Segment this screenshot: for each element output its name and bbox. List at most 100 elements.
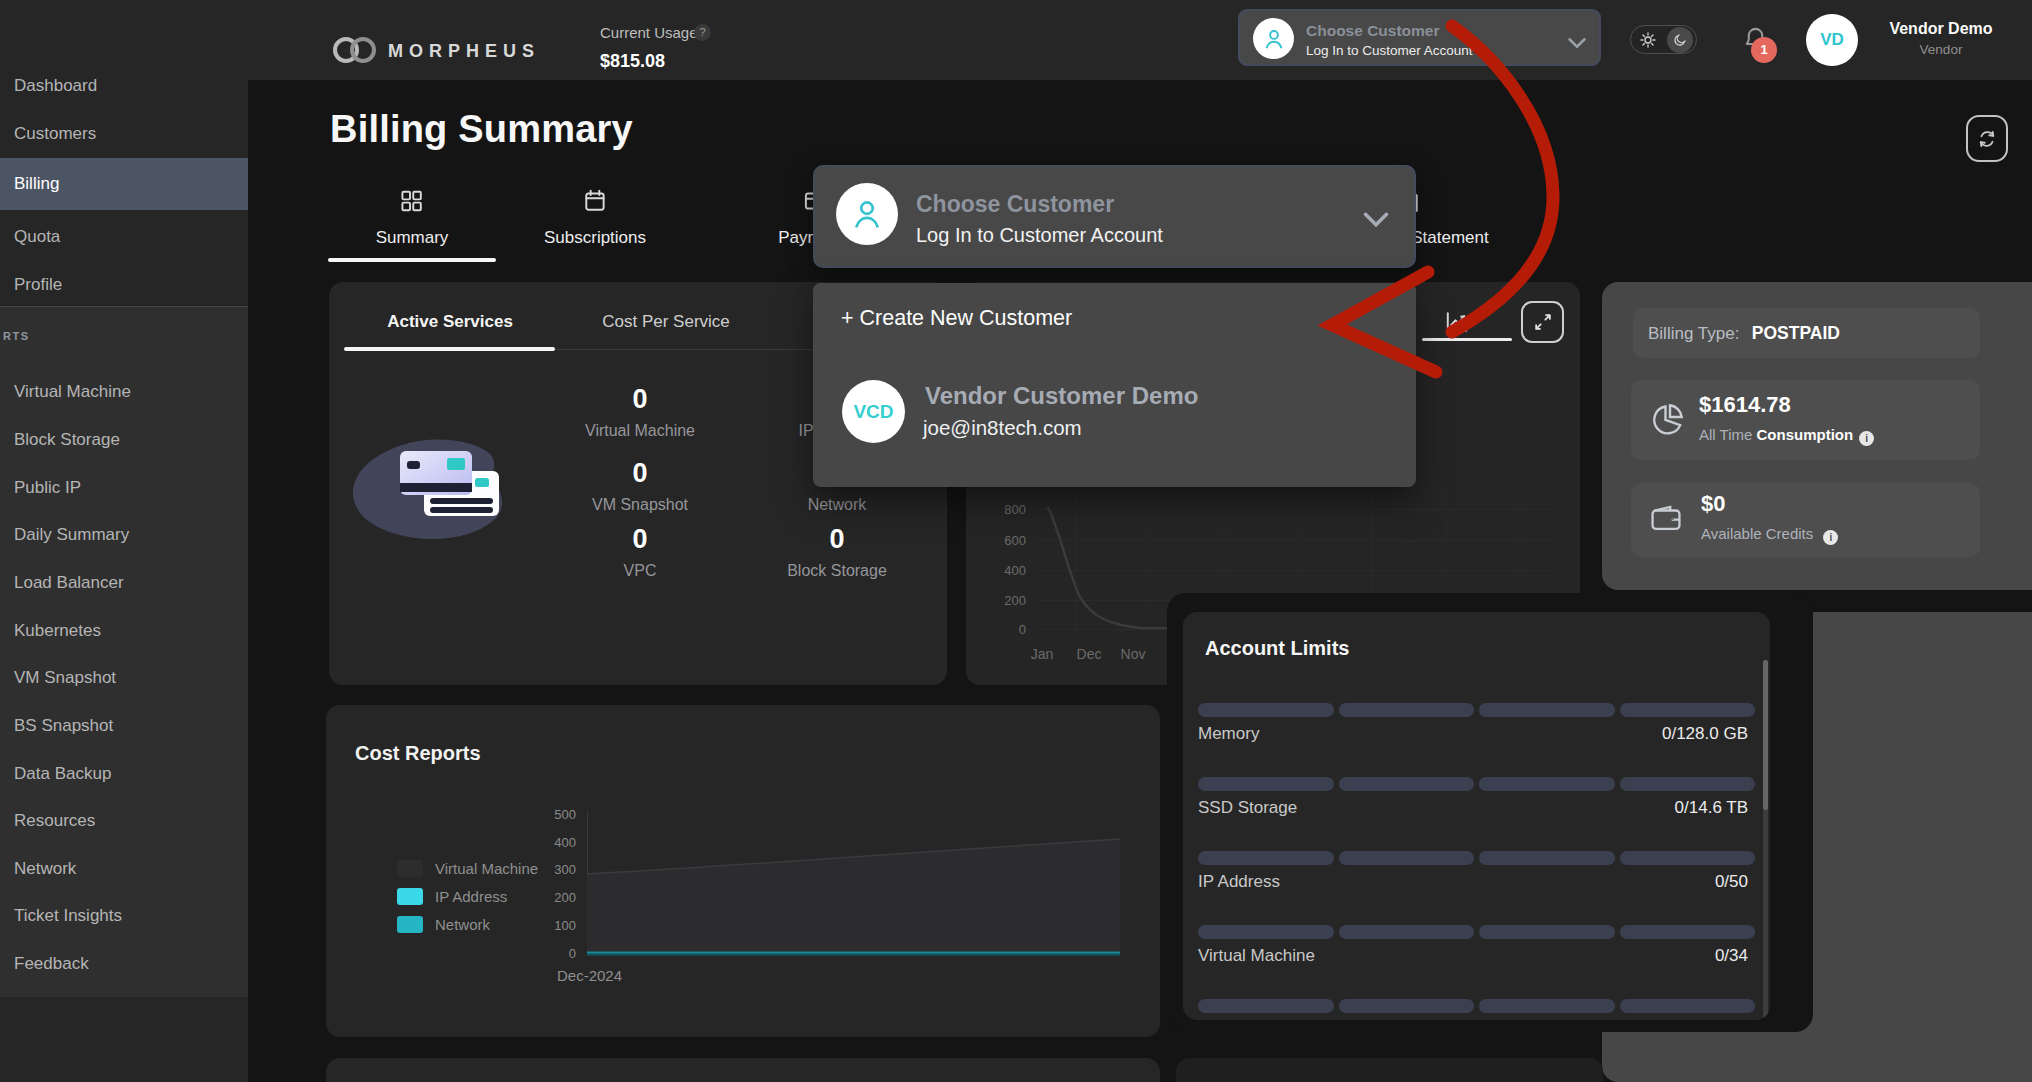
limit-value-ip: 0/50 (1715, 872, 1748, 892)
tab-subscriptions[interactable]: Subscriptions (544, 188, 646, 248)
sidebar-item-network[interactable]: Network (0, 847, 248, 891)
usage-ytick-200: 200 (982, 593, 1026, 608)
stat-vpc: 0 VPC (530, 524, 750, 580)
sidebar-item-profile[interactable]: Profile (0, 263, 248, 307)
legend-network: Network (397, 916, 490, 933)
credits-label: Available Credits i (1701, 525, 1838, 545)
usage-xtick-nov: Nov (1121, 646, 1146, 662)
stat-block-storage-value: 0 (727, 524, 947, 555)
account-limits-title: Account Limits (1205, 637, 1349, 660)
customer-avatar (1253, 18, 1294, 59)
sidebar-item-bs-snapshot[interactable]: BS Snapshot (0, 704, 248, 748)
usage-xtick-dec: Dec (1077, 646, 1102, 662)
consumption-row: $1614.78 All Time Consumptioni (1631, 380, 1980, 460)
sidebar-item-data-backup[interactable]: Data Backup (0, 752, 248, 796)
legend-vm-label: Virtual Machine (435, 860, 538, 877)
limit-bar-memory (1198, 703, 1755, 717)
notification-badge: 1 (1751, 37, 1777, 63)
credits-row: $0 Available Credits i (1631, 483, 1980, 557)
limit-label-memory: Memory (1198, 724, 1259, 744)
moon-icon (1673, 33, 1687, 47)
sidebar-item-ticket-insights[interactable]: Ticket Insights (0, 894, 248, 938)
limit-bar-ip (1198, 851, 1755, 865)
sidebar-item-customers[interactable]: Customers (0, 112, 248, 156)
sidebar-item-dashboard[interactable]: Dashboard (0, 64, 248, 108)
refresh-button[interactable] (1966, 115, 2008, 162)
limit-label-ip: IP Address (1198, 872, 1280, 892)
sun-icon (1640, 32, 1656, 48)
consumption-info-icon[interactable]: i (1859, 431, 1874, 446)
card-tab-cost-per-service[interactable]: Cost Per Service (602, 312, 730, 332)
theme-toggle[interactable] (1630, 25, 1697, 54)
legend-network-swatch (397, 916, 423, 933)
limit-value-vm: 0/34 (1715, 946, 1748, 966)
customer-item-avatar: VCD (842, 380, 905, 443)
sidebar-item-block-storage[interactable]: Block Storage (0, 418, 248, 462)
bottom-card-middle (1176, 1058, 1603, 1082)
sidebar-item-virtual-machine[interactable]: Virtual Machine (0, 370, 248, 414)
scrollbar-thumb[interactable] (1763, 660, 1768, 810)
legend-network-label: Network (435, 916, 490, 933)
user-avatar[interactable]: VD (1806, 14, 1858, 66)
billing-type-label: Billing Type: (1648, 324, 1739, 343)
stat-virtual-machine-label: Virtual Machine (530, 422, 750, 440)
sidebar-item-public-ip[interactable]: Public IP (0, 466, 248, 510)
usage-ytick-0: 0 (982, 622, 1026, 637)
stat-vm-snapshot: 0 VM Snapshot (530, 458, 750, 514)
refresh-icon (1976, 128, 1998, 150)
user-role: Vendor (1868, 42, 2014, 57)
create-new-customer-label: + Create New Customer (841, 306, 1072, 331)
limit-bar-vm (1198, 925, 1755, 939)
customer-item-name[interactable]: Vendor Customer Demo (925, 382, 1198, 410)
sidebar-item-quota[interactable]: Quota (0, 215, 248, 259)
sidebar-section-label: RTS (3, 330, 30, 342)
stat-vpc-value: 0 (530, 524, 750, 555)
limit-value-memory: 0/128.0 GB (1662, 724, 1748, 744)
cr-ytick-300: 300 (536, 862, 576, 877)
legend-ip-label: IP Address (435, 888, 507, 905)
customer-item-email: joe@in8tech.com (923, 416, 1082, 440)
limit-label-ssd: SSD Storage (1198, 798, 1297, 818)
stat-network-label: Network (727, 496, 947, 514)
stat-vpc-label: VPC (530, 562, 750, 580)
consumption-label-main: Consumption (1757, 426, 1854, 443)
help-icon[interactable]: ? (694, 24, 711, 41)
sidebar-item-vm-snapshot[interactable]: VM Snapshot (0, 656, 248, 700)
legend-ip-address: IP Address (397, 888, 507, 905)
cr-ytick-200: 200 (536, 890, 576, 905)
billing-type-panel: Billing Type: POSTPAID $1614.78 All Time… (1602, 282, 2032, 590)
sidebar-item-daily-summary[interactable]: Daily Summary (0, 513, 248, 557)
page-title: Billing Summary (330, 108, 633, 151)
stat-virtual-machine: 0 Virtual Machine (530, 384, 750, 440)
sidebar-item-kubernetes[interactable]: Kubernetes (0, 609, 248, 653)
limit-label-vm: Virtual Machine (1198, 946, 1315, 966)
tab-subscriptions-label: Subscriptions (544, 228, 646, 248)
sidebar-item-load-balancer[interactable]: Load Balancer (0, 561, 248, 605)
cr-ytick-0: 0 (536, 946, 576, 961)
cr-xtick: Dec-2024 (557, 967, 622, 984)
grid-icon (399, 188, 425, 214)
cost-reports-title: Cost Reports (355, 742, 481, 765)
scrollbar-track[interactable] (1763, 660, 1768, 1019)
stat-virtual-machine-value: 0 (530, 384, 750, 415)
sidebar-item-resources[interactable]: Resources (0, 799, 248, 843)
tab-summary[interactable]: Summary (376, 188, 449, 248)
usage-ytick-800: 800 (982, 502, 1026, 517)
sidebar-item-billing[interactable]: Billing (0, 158, 248, 210)
limit-bar-extra (1198, 999, 1755, 1013)
cost-reports-plot (587, 808, 1120, 958)
red-annotation-arrow (1300, 10, 1600, 400)
wallet-icon (1649, 502, 1683, 536)
credits-info-icon[interactable]: i (1823, 530, 1838, 545)
tab-summary-label: Summary (376, 228, 449, 248)
sidebar: Dashboard Customers Billing Quota Profil… (0, 0, 248, 1082)
account-limits-panel: Account Limits Memory 0/128.0 GB SSD Sto… (1183, 612, 1770, 1020)
card-tab-active-services[interactable]: Active Services (387, 312, 513, 332)
bottom-card-left (326, 1058, 1160, 1082)
stat-vm-snapshot-value: 0 (530, 458, 750, 489)
cr-ytick-400: 400 (536, 835, 576, 850)
stat-vm-snapshot-label: VM Snapshot (530, 496, 750, 514)
sidebar-item-feedback[interactable]: Feedback (0, 942, 248, 986)
consumption-label: All Time Consumptioni (1699, 426, 1874, 446)
legend-vm-swatch (397, 860, 423, 877)
